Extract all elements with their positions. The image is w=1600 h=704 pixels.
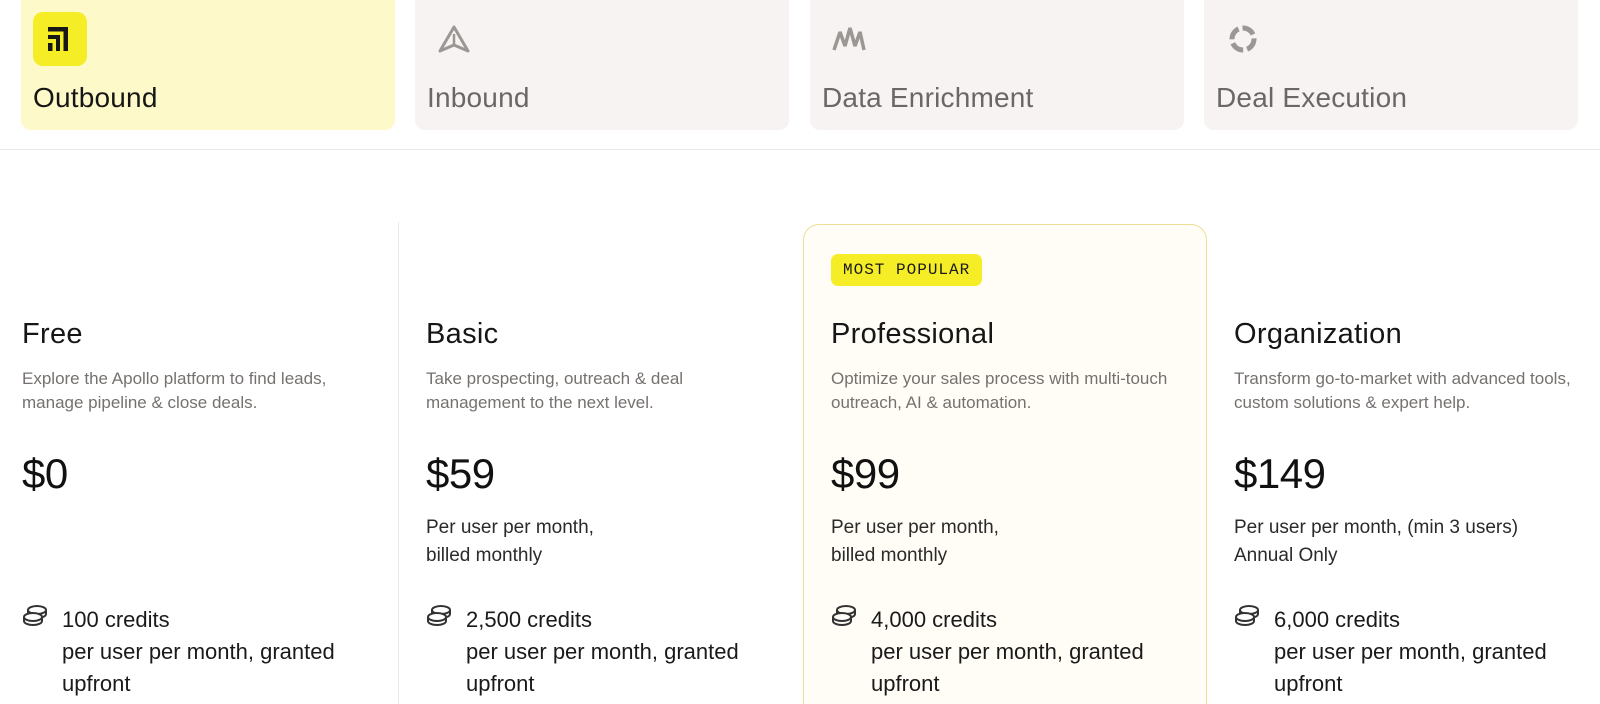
plan-name: Professional (831, 318, 995, 350)
billing-line: Per user per month, (min 3 users) (1234, 517, 1519, 538)
deal-execution-icon (1216, 12, 1270, 66)
plan-description: Explore the Apollo platform to find lead… (22, 369, 327, 412)
billing-line: billed monthly (426, 545, 543, 566)
inbound-icon (427, 12, 481, 66)
billing-line: billed monthly (831, 545, 948, 566)
tab-label: Outbound (33, 82, 158, 113)
credits-detail: per user per month, granted upfront (871, 639, 1144, 696)
tab-label: Data Enrichment (822, 82, 1034, 113)
product-tabs: Outbound Inbound Data Enrichment Deal Ex… (0, 0, 1600, 150)
credits-detail: per user per month, granted upfront (466, 639, 739, 696)
plan-description: Optimize your sales process with multi-t… (831, 369, 1168, 412)
coins-icon (23, 605, 47, 626)
credits-amount: 4,000 credits (871, 607, 997, 632)
tab-label: Inbound (427, 82, 530, 113)
plan-basic: Basic Take prospecting, outreach & deal … (426, 224, 806, 704)
plan-name: Basic (426, 318, 499, 350)
plan-price: $99 (831, 450, 900, 497)
tab-deal-execution[interactable]: Deal Execution (1204, 0, 1578, 130)
outbound-icon (33, 12, 87, 66)
plan-organization: Organization Transform go-to-market with… (1234, 224, 1600, 704)
plan-billing: Per user per month, billed monthly (831, 514, 1191, 570)
plan-price: $149 (1234, 450, 1326, 497)
coins-icon (832, 605, 856, 626)
credits-amount: 6,000 credits (1274, 607, 1400, 632)
credits-amount: 100 credits (62, 607, 170, 632)
billing-line: Annual Only (1234, 545, 1338, 566)
billing-line: Per user per month, (831, 517, 999, 538)
plan-billing: Per user per month, billed monthly (426, 514, 786, 570)
plan-name: Free (22, 318, 83, 350)
tab-label: Deal Execution (1216, 82, 1408, 113)
plan-description: Take prospecting, outreach & deal manage… (426, 369, 684, 412)
tab-inbound[interactable]: Inbound (415, 0, 789, 130)
most-popular-badge: MOST POPULAR (831, 254, 983, 286)
plan-name: Organization (1234, 318, 1403, 350)
credits-detail: per user per month, granted upfront (1274, 639, 1547, 696)
plan-billing: Per user per month, (min 3 users) Annual… (1234, 514, 1594, 570)
tab-data-enrichment[interactable]: Data Enrichment (810, 0, 1184, 130)
billing-line: Per user per month, (426, 517, 594, 538)
plan-description: Transform go-to-market with advanced too… (1234, 369, 1571, 412)
data-enrichment-icon (822, 12, 876, 66)
plan-professional: MOST POPULAR Professional Optimize your … (831, 224, 1211, 704)
coins-icon (1235, 605, 1259, 626)
plan-free: Free Explore the Apollo platform to find… (22, 224, 402, 704)
credits-amount: 2,500 credits (466, 607, 592, 632)
credits-detail: per user per month, granted upfront (62, 639, 335, 696)
coins-icon (427, 605, 451, 626)
plan-price: $59 (426, 450, 495, 497)
plan-price: $0 (22, 450, 68, 497)
tab-outbound[interactable]: Outbound (21, 0, 395, 130)
